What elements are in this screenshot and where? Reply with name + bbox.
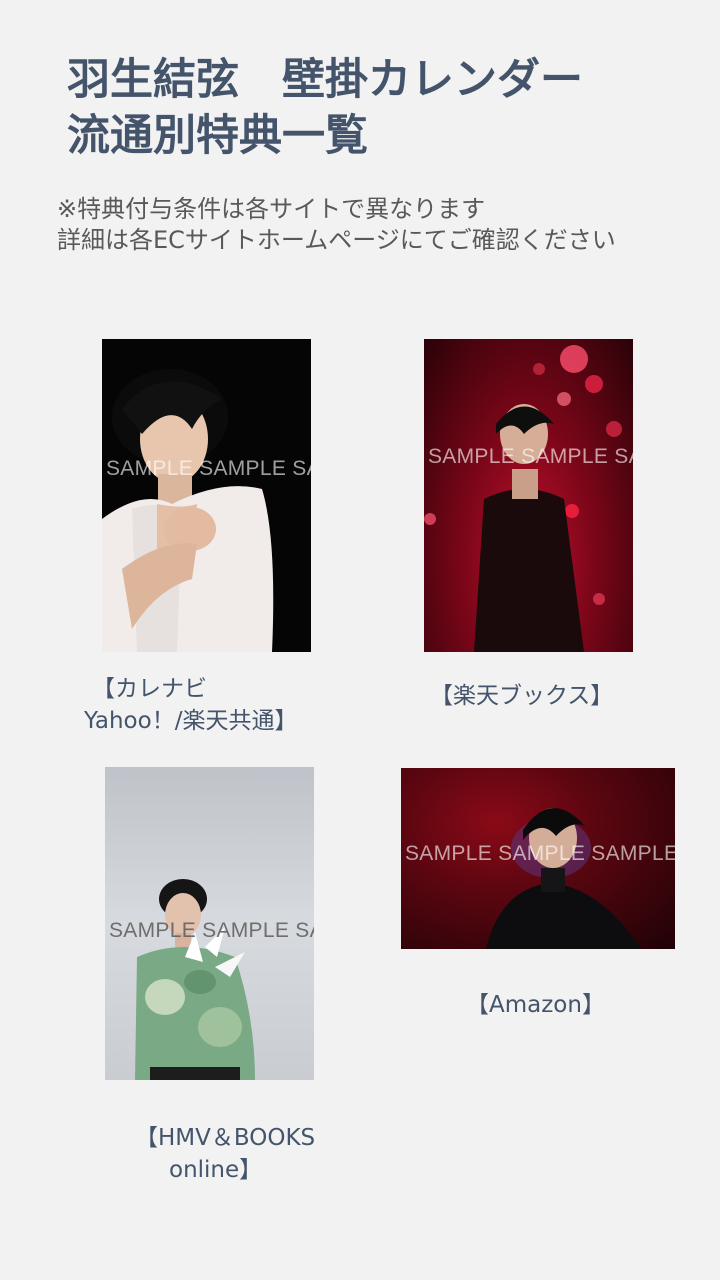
caption-rakuten: 【楽天ブックス】 [430, 680, 613, 712]
page-title: 羽生結弦 壁掛カレンダー 流通別特典一覧 [67, 52, 583, 164]
portrait-illustration [102, 369, 274, 652]
bonus-photo-rakuten: SAMPLE SAMPLE SAMPLE [424, 339, 633, 652]
notice-line-2: 詳細は各ECサイトホームページにてご確認ください [57, 226, 616, 254]
caption-line-1: 【Amazon】 [466, 992, 605, 1018]
caption-hmv: 【HMV＆BOOKS online】 [135, 1122, 315, 1186]
sample-watermark: SAMPLE SAMPLE SAMPLE [106, 457, 311, 480]
caption-line-2: Yahoo！/楽天共通】 [84, 708, 298, 734]
title-line-1: 羽生結弦 壁掛カレンダー [67, 55, 583, 105]
bonus-photo-hmv: SAMPLE SAMPLE SAMPLE [105, 767, 314, 1080]
notice-text: ※特典付与条件は各サイトで異なります 詳細は各ECサイトホームページにてご確認く… [57, 194, 616, 256]
portrait-illustration [424, 345, 622, 652]
caption-amazon: 【Amazon】 [466, 989, 605, 1021]
sample-watermark: SAMPLE SAMPLE SAMPLE [428, 445, 633, 468]
caption-line-2: online】 [169, 1157, 263, 1183]
caption-line-1: 【HMV＆BOOKS [135, 1125, 316, 1151]
caption-line-1: 【カレナビ [92, 676, 207, 702]
notice-line-1: ※特典付与条件は各サイトで異なります [57, 195, 486, 223]
title-line-2: 流通別特典一覧 [67, 111, 368, 161]
sample-watermark: SAMPLE SAMPLE SAMPLE SAMPLE SAMPLE [405, 842, 675, 865]
sample-watermark: SAMPLE SAMPLE SAMPLE [109, 919, 314, 942]
bonus-photo-karenavi: SAMPLE SAMPLE SAMPLE [102, 339, 311, 652]
caption-line-1: 【楽天ブックス】 [430, 683, 614, 709]
caption-karenavi: 【カレナビ Yahoo！/楽天共通】 [84, 673, 297, 737]
bonus-photo-amazon: SAMPLE SAMPLE SAMPLE SAMPLE SAMPLE [401, 768, 675, 949]
